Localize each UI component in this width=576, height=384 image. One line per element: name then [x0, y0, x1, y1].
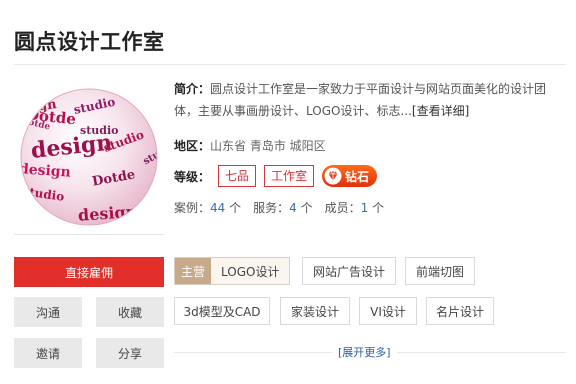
service-tag[interactable]: 前端切图 [405, 257, 475, 285]
main-service-label: 主营 [175, 258, 211, 284]
view-details-link[interactable]: [查看详细] [412, 104, 469, 118]
services-count[interactable]: 4 [289, 201, 297, 215]
direct-hire-button[interactable]: 直接雇佣 [14, 257, 164, 287]
service-tag[interactable]: VI设计 [359, 297, 417, 325]
intro-label: 简介： [174, 82, 211, 96]
members-unit: 个 [372, 201, 385, 215]
studio-region: 地区：山东省 青岛市 城阳区 [174, 137, 326, 154]
cases-unit: 个 [229, 201, 242, 215]
service-tag[interactable]: 名片设计 [426, 297, 494, 325]
expand-more-link[interactable]: [展开更多] [332, 344, 397, 360]
studio-stats: 案例：44 个服务：4 个成员：1 个 [174, 199, 384, 216]
service-tag[interactable]: 家装设计 [280, 297, 350, 325]
main-service-value: LOGO设计 [211, 258, 290, 284]
invite-button[interactable]: 邀请 [14, 338, 82, 368]
studio-intro: 简介：圆点设计工作室是一家致力于平面设计与网站页面美化的设计团体，主要从事画册设… [174, 78, 558, 122]
logo-word: design [77, 202, 138, 225]
diamond-icon [324, 167, 342, 185]
members-label: 成员： [324, 201, 361, 215]
service-tag[interactable]: 网站广告设计 [302, 257, 396, 285]
communicate-button[interactable]: 沟通 [14, 297, 82, 327]
favorite-button[interactable]: 收藏 [96, 297, 164, 327]
cases-label: 案例： [174, 201, 211, 215]
share-button[interactable]: 分享 [96, 338, 164, 368]
title-divider [14, 64, 566, 65]
grade-label: 等级： [174, 169, 211, 184]
members-count[interactable]: 1 [361, 201, 369, 215]
region-label: 地区： [174, 139, 211, 153]
services-unit: 个 [300, 201, 313, 215]
design-sphere-logo: design studio Dotde studio design studio… [20, 88, 158, 226]
cases-count[interactable]: 44 [210, 201, 225, 215]
studio-type-badge: 工作室 [264, 165, 315, 187]
studio-title: 圆点设计工作室 [14, 30, 165, 54]
grade-badge: 七品 [218, 165, 257, 187]
studio-logo: design studio Dotde studio design studio… [14, 80, 164, 235]
intro-text: 圆点设计工作室是一家致力于平面设计与网站页面美化的设计团体，主要从事画册设计、L… [174, 82, 547, 118]
studio-grade: 等级： 七品 工作室 钻石 [174, 165, 378, 187]
service-tag[interactable]: 3d模型及CAD [174, 297, 270, 325]
main-service-tag[interactable]: 主营 LOGO设计 [174, 257, 291, 285]
diamond-label: 钻石 [345, 169, 370, 184]
services-label: 服务： [253, 201, 290, 215]
region-value: 山东省 青岛市 城阳区 [210, 139, 326, 153]
diamond-badge: 钻石 [322, 165, 378, 187]
